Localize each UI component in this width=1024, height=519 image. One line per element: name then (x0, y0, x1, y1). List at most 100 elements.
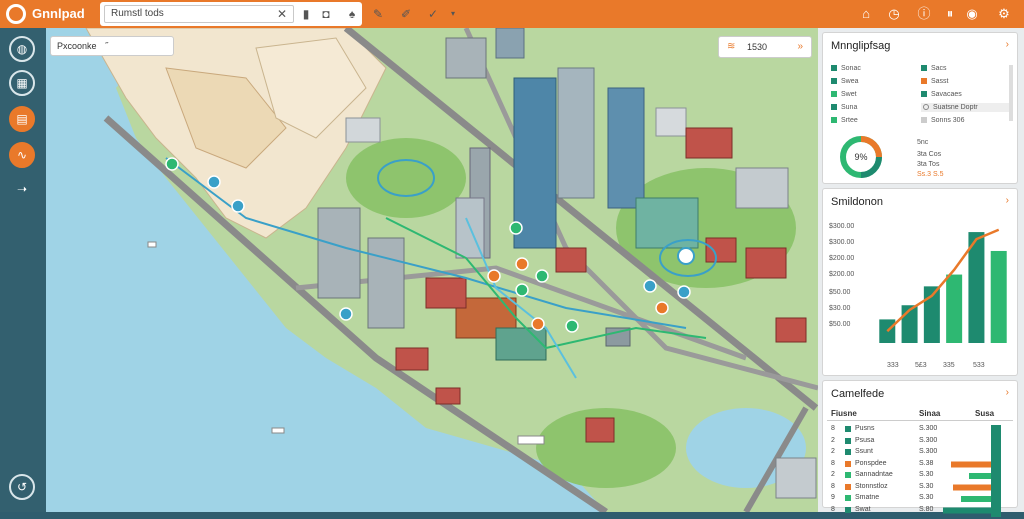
calendar-icon[interactable]: ▦ (9, 70, 35, 96)
close-icon[interactable]: ✕ (274, 6, 290, 22)
camera-icon[interactable]: ◘ (318, 6, 334, 22)
row-name: Ssunt (855, 448, 873, 455)
row-index: 2 (831, 471, 835, 478)
bar-chart (879, 228, 1007, 343)
layer-widget[interactable]: ≋ 1530 » (718, 36, 812, 58)
legend-swatch (831, 91, 837, 98)
legend-scrollbar[interactable] (1009, 65, 1013, 121)
layer-widget-arrow[interactable]: » (797, 41, 803, 52)
legend-item[interactable]: Swea (831, 78, 859, 85)
layer-value: 1530 (747, 42, 768, 52)
home-icon[interactable]: ⌂ (856, 4, 876, 24)
row-swatch (845, 449, 851, 455)
history-icon[interactable]: ↺ (9, 474, 35, 500)
legend-item[interactable]: Sasst (921, 78, 949, 85)
total-bar (991, 425, 1001, 517)
location-chip-label: Pxcoonke (57, 41, 97, 51)
row-name: Swat (855, 505, 871, 513)
row-bar (943, 507, 991, 514)
row-value: S.30 (919, 494, 934, 501)
legend-item[interactable]: Sonns 306 (921, 117, 964, 124)
legend-swatch (831, 104, 837, 111)
legend-title: Mnnglipfsag (831, 40, 891, 52)
x-tick-label: 333 (887, 362, 899, 369)
row-bar (953, 484, 991, 491)
legend-card: Mnnglipfsag › Sonac Swea Swet Suna Srtee… (822, 32, 1018, 184)
row-name: Stonnstloz (855, 482, 888, 490)
stat-line: 3ta Tos (917, 161, 940, 168)
chart-title: Smildonon (831, 196, 883, 208)
y-tick-label: $200.00 (829, 255, 855, 262)
legend-swatch (921, 91, 927, 98)
sidebar: ◍ ▦ ▤ ∿ ➝ ↺ (0, 28, 46, 512)
map-canvas[interactable] (46, 28, 818, 512)
row-bar (951, 461, 991, 468)
row-swatch (845, 495, 851, 501)
location-chip[interactable]: Pxcoonke ˝ (50, 36, 174, 56)
row-index: 2 (831, 436, 835, 444)
bird-icon[interactable]: ◉ (962, 4, 982, 24)
bar[interactable] (946, 274, 963, 343)
table-collapse-icon[interactable]: › (1006, 387, 1009, 398)
layers-icon[interactable]: ▤ (9, 106, 35, 132)
legend-item[interactable]: Suna (831, 104, 857, 111)
x-tick-label: 5£3 (915, 362, 927, 369)
donut-chart: 9% (840, 136, 882, 178)
bell-icon[interactable]: ♠ (344, 6, 360, 22)
app-logo (6, 4, 26, 24)
table-header[interactable]: Fiusne (831, 409, 857, 418)
row-name: Sannadntae (855, 471, 893, 478)
row-name: Psusa (855, 436, 875, 444)
y-tick-label: $50.00 (829, 321, 851, 328)
row-index: 2 (831, 448, 835, 455)
bar[interactable] (990, 250, 1007, 343)
chevron-down-icon[interactable]: ▾ (445, 6, 461, 22)
row-bar (969, 473, 991, 479)
legend-swatch (921, 117, 927, 124)
row-swatch (845, 472, 851, 478)
info-icon[interactable]: ⓘ (914, 4, 934, 24)
city-map[interactable] (46, 28, 818, 512)
table-header[interactable]: Susa (975, 409, 994, 418)
legend-item[interactable]: Sacs (921, 65, 947, 72)
pause-icon[interactable]: ⏸ (940, 4, 960, 24)
legend-item-selected[interactable]: Suatsne Doptr (921, 103, 1009, 112)
row-index: 8 (831, 505, 835, 513)
legend-swatch (831, 65, 837, 72)
globe-icon[interactable]: ◍ (9, 36, 35, 62)
row-value: S.300 (919, 425, 938, 432)
legend-item[interactable]: Sonac (831, 65, 861, 72)
y-tick-label: $200.00 (829, 271, 855, 278)
pen-icon[interactable]: ✎ (370, 6, 386, 22)
row-value: S.38 (919, 459, 934, 467)
legend-collapse-icon[interactable]: › (1006, 39, 1009, 50)
x-tick-label: 533 (973, 362, 985, 369)
tool-icon[interactable]: ✓ (425, 6, 441, 22)
row-swatch (845, 483, 851, 490)
y-tick-label: $300.00 (829, 239, 855, 246)
right-panel: Mnnglipfsag › Sonac Swea Swet Suna Srtee… (818, 28, 1024, 517)
edit-icon[interactable]: ✐ (398, 6, 414, 22)
bar[interactable] (879, 319, 896, 343)
y-tick-label: $300.00 (829, 223, 855, 230)
chart-card: Smildonon › $300.00 $300.00 $200.00 $200… (822, 188, 1018, 376)
legend-item[interactable]: Savacaes (921, 91, 962, 98)
pointer-icon[interactable]: ➝ (9, 178, 35, 204)
legend-swatch (831, 78, 837, 85)
stat-line: 3ta Cos (917, 151, 942, 158)
row-index: 8 (831, 459, 835, 467)
legend-item[interactable]: Srtee (831, 117, 858, 124)
row-name: Ponspdee (855, 459, 887, 467)
route-icon[interactable]: ∿ (9, 142, 35, 168)
clock-icon[interactable]: ◷ (884, 4, 904, 24)
search-input[interactable]: Rumstl tods (104, 5, 294, 23)
row-name: Smatne (855, 494, 880, 501)
legend-item[interactable]: Swet (831, 91, 857, 98)
row-bar (961, 496, 991, 502)
bin-icon[interactable]: ▮ (298, 6, 314, 22)
location-chip-suffix: ˝ (105, 41, 109, 51)
gear-icon[interactable]: ⚙ (994, 4, 1014, 24)
legend-swatch (831, 117, 837, 124)
chart-collapse-icon[interactable]: › (1006, 195, 1009, 206)
table-header[interactable]: Sinaa (919, 409, 940, 418)
